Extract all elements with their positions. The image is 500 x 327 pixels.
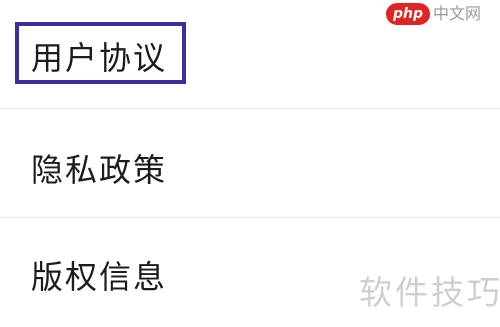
settings-menu-list: 用户协议 隐私政策 版权信息 [0, 0, 500, 327]
menu-item-label: 隐私政策 [31, 151, 168, 189]
php-logo-badge: php [386, 3, 431, 25]
menu-item-copyright-info[interactable]: 版权信息 [0, 218, 500, 326]
menu-item-label: 用户协议 [31, 39, 168, 77]
php-logo-text: 中文网 [433, 4, 482, 23]
php-cn-logo: php 中文网 [386, 2, 481, 26]
menu-item-label: 版权信息 [31, 258, 168, 296]
menu-item-privacy-policy[interactable]: 隐私政策 [0, 109, 500, 217]
